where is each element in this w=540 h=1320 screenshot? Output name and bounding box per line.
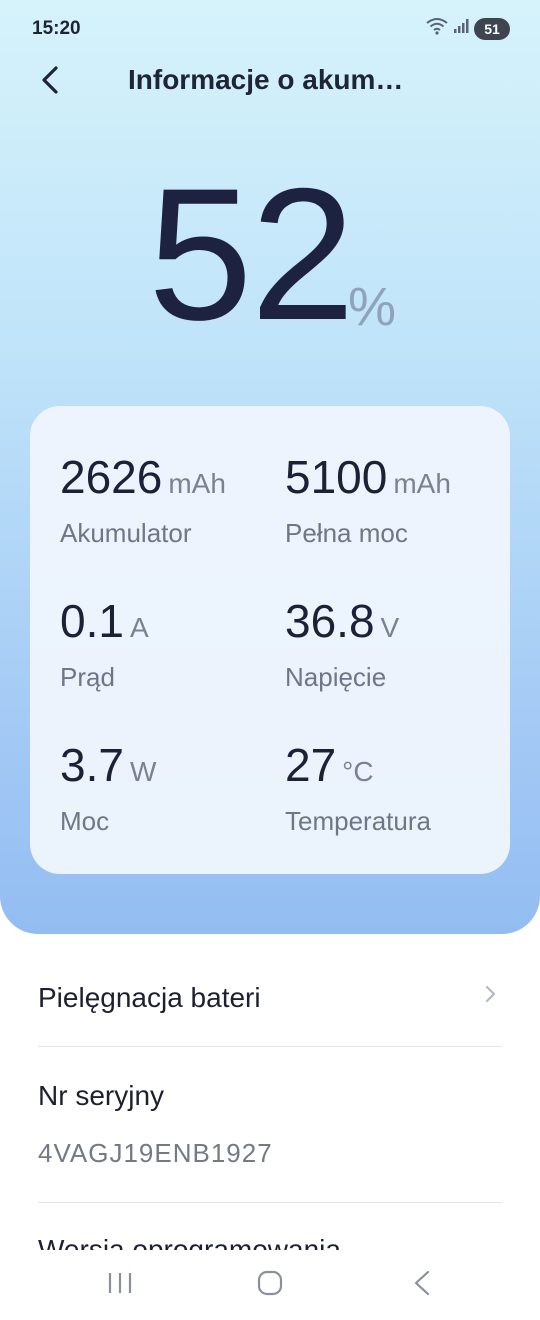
stat-value: 27 (285, 739, 337, 791)
divider (38, 1046, 502, 1047)
stat-value: 3.7 (60, 739, 124, 791)
stat-value: 36.8 (285, 595, 375, 647)
stat-power: 3.7 W Moc (60, 742, 156, 837)
divider (38, 1202, 502, 1203)
recents-icon (108, 1273, 132, 1293)
stat-label: Pełna moc (285, 518, 408, 548)
battery-percent-value: 52 (148, 149, 355, 359)
nav-back-button[interactable] (404, 1268, 440, 1298)
stat-unit: mAh (168, 468, 226, 499)
signal-icon (453, 18, 469, 39)
stat-unit: °C (342, 756, 374, 787)
navigation-bar (0, 1250, 540, 1320)
stat-label: Napięcie (285, 662, 387, 692)
serial-number-value: 4VAGJ19ENB1927 (38, 1138, 273, 1168)
stat-unit: W (129, 756, 157, 787)
home-button[interactable] (252, 1268, 288, 1298)
page-title: Informacje o akum… (128, 64, 404, 95)
stat-value: 2626 (60, 451, 163, 503)
back-arrow-icon (42, 66, 58, 94)
stat-label: Prąd (60, 662, 115, 692)
battery-percent-unit: % (348, 277, 397, 337)
status-time: 15:20 (32, 18, 81, 39)
stat-label: Moc (60, 806, 110, 836)
stat-unit: V (380, 612, 400, 643)
home-icon (257, 1270, 283, 1296)
battery-icon: 51 (474, 17, 510, 40)
stat-voltage: 36.8 V Napięcie (285, 598, 399, 693)
chevron-right-icon (485, 985, 496, 1003)
stat-label: Akumulator (60, 518, 192, 548)
wifi-icon (426, 17, 448, 40)
stat-label: Temperatura (285, 806, 431, 836)
stat-full-capacity: 5100 mAh Pełna moc (285, 454, 451, 549)
back-button[interactable] (34, 62, 70, 98)
stat-unit: mAh (393, 468, 451, 499)
stat-value: 0.1 (60, 595, 124, 647)
stat-unit: A (129, 612, 149, 643)
software-version-row[interactable]: Wersja oprogramowania (38, 1236, 341, 1250)
stat-value: 5100 (285, 451, 388, 503)
status-icons: 51 (426, 17, 510, 40)
recents-button[interactable] (102, 1268, 138, 1298)
battery-care-row[interactable]: Pielęgnacja bateri (38, 960, 502, 1040)
back-icon (414, 1270, 430, 1296)
stat-temperature: 27 °C Temperatura (285, 742, 431, 837)
stat-capacity: 2626 mAh Akumulator (60, 454, 226, 549)
battery-stats-card: 2626 mAh Akumulator 5100 mAh Pełna moc 0… (30, 406, 510, 874)
serial-number-label: Nr seryjny (38, 1080, 165, 1111)
stat-current: 0.1 A Prąd (60, 598, 149, 693)
battery-care-label: Pielęgnacja bateri (38, 982, 261, 1013)
